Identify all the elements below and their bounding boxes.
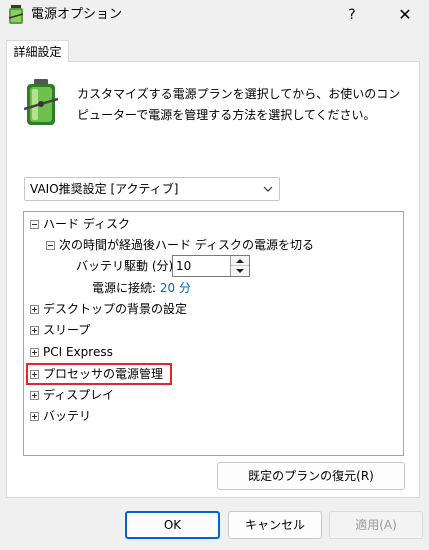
tree-item-pci-express[interactable]: PCI Express [30,342,113,362]
tree-item-desktop-background[interactable]: デスクトップの背景の設定 [30,299,187,319]
battery-minutes-stepper[interactable] [172,255,250,277]
title-bar: 電源オプション ? ✕ [0,0,429,30]
tree-item-label: ハード ディスク [43,217,130,231]
tree-item-display[interactable]: ディスプレイ [30,385,114,405]
battery-icon [24,79,58,125]
expand-icon[interactable] [30,305,39,314]
battery-setting-label: バッテリ駆動 (分): [76,259,178,273]
tree-item-turn-off-hard-disk[interactable]: 次の時間が経過後ハード ディスクの電源を切る [46,235,314,255]
window-title: 電源オプション [31,7,123,22]
expand-icon[interactable] [30,391,39,400]
tree-item-label: デスクトップの背景の設定 [43,302,188,316]
help-button[interactable]: ? [340,4,364,26]
description-text: カスタマイズする電源プランを選択してから、お使いのコンピューターで電源を管理する… [77,87,401,122]
tree-item-label: バッテリ [43,409,92,423]
tree-item-label: PCI Express [43,345,113,359]
highlight-box [26,363,172,385]
power-options-icon [8,5,24,24]
tree-item-sleep[interactable]: スリープ [30,320,90,340]
chevron-down-icon [263,186,273,192]
power-plan-select[interactable]: VAIO推奨設定 [アクティブ] [24,177,280,201]
expand-icon[interactable] [30,348,39,357]
stepper-up-button[interactable] [231,256,249,266]
plugged-in-value-link[interactable]: 20 分 [160,281,191,295]
battery-minutes-input[interactable] [173,256,228,276]
restore-defaults-button[interactable]: 既定のプランの復元(R) [217,462,405,490]
power-plan-value: VAIO推奨設定 [アクティブ] [30,182,179,196]
tab-advanced-settings[interactable]: 詳細設定 [6,40,69,62]
close-button[interactable]: ✕ [392,4,418,26]
cancel-button[interactable]: キャンセル [228,511,322,539]
chevron-up-icon [236,259,244,263]
tree-item-hard-disk[interactable]: ハード ディスク [30,214,130,234]
tree-item-battery[interactable]: バッテリ [30,406,91,426]
settings-panel: カスタマイズする電源プランを選択してから、お使いのコンピューターで電源を管理する… [6,61,420,498]
ok-button[interactable]: OK [125,511,220,539]
stepper-buttons [230,256,249,276]
stepper-down-button[interactable] [231,266,249,276]
tree-item-label: ディスプレイ [43,388,115,402]
collapse-icon[interactable] [46,241,55,250]
apply-button[interactable]: 適用(A) [329,511,423,539]
collapse-icon[interactable] [30,220,39,229]
plugged-in-setting: 電源に接続: 20 分 [92,278,191,298]
expand-icon[interactable] [30,412,39,421]
power-options-dialog: 電源オプション ? ✕ 詳細設定 カスタマイズする電源プランを選択してから、お使… [0,0,429,550]
settings-tree[interactable]: ハード ディスク 次の時間が経過後ハード ディスクの電源を切る バッテリ駆動 (… [23,211,404,456]
expand-icon[interactable] [30,326,39,335]
tree-item-label: スリープ [43,323,91,337]
chevron-down-icon [236,269,244,273]
tree-item-label: 次の時間が経過後ハード ディスクの電源を切る [59,238,314,252]
plugged-in-label: 電源に接続: [92,281,157,295]
